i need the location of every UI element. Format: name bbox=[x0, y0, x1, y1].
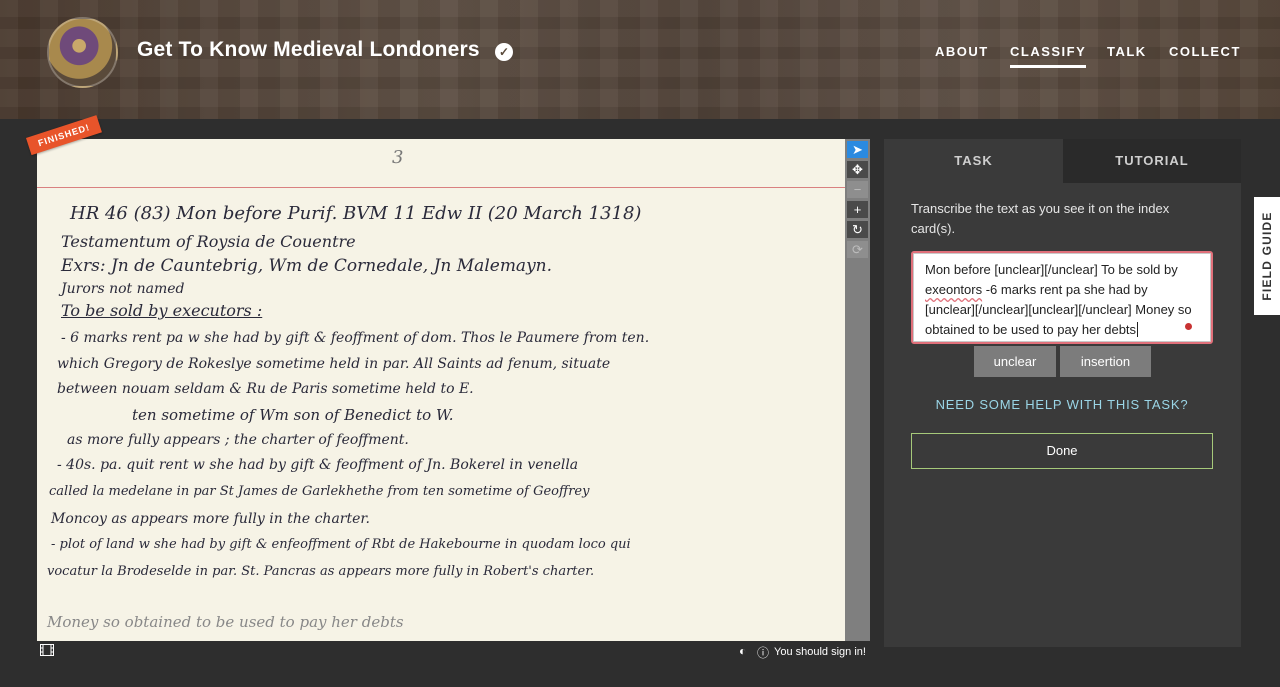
nav-about[interactable]: ABOUT bbox=[935, 44, 989, 59]
card-line: - 40s. pa. quit rent w she had by gift &… bbox=[57, 457, 579, 473]
transcription-text: Mon before [unclear][/unclear] To be sol… bbox=[925, 262, 1178, 277]
sign-in-notice[interactable]: You should sign in! bbox=[774, 646, 866, 658]
card-line: which Gregory de Rokeslye sometime held … bbox=[57, 356, 611, 372]
project-title[interactable]: Get To Know Medieval Londoners bbox=[137, 38, 480, 62]
project-header: Get To Know Medieval Londoners ✓ ABOUT C… bbox=[0, 0, 1280, 119]
nav-collect[interactable]: COLLECT bbox=[1169, 44, 1241, 59]
card-line: Jurors not named bbox=[61, 281, 185, 297]
field-guide-label: FIELD GUIDE bbox=[1260, 211, 1274, 301]
check-icon: ✓ bbox=[495, 43, 513, 61]
card-page-number: 3 bbox=[392, 147, 404, 168]
zoom-out-icon[interactable]: − bbox=[847, 181, 868, 198]
project-avatar[interactable] bbox=[47, 17, 118, 88]
done-button[interactable]: Done bbox=[911, 433, 1213, 469]
card-line: Testamentum of Roysia de Couentre bbox=[61, 232, 356, 251]
rotate-icon[interactable]: ↻ bbox=[847, 221, 868, 238]
field-guide-tab[interactable]: FIELD GUIDE bbox=[1254, 197, 1280, 315]
card-line: as more fully appears ; the charter of f… bbox=[67, 432, 409, 448]
task-help-link[interactable]: NEED SOME HELP WITH THIS TASK? bbox=[911, 397, 1213, 412]
unclear-button[interactable]: unclear bbox=[974, 346, 1056, 377]
card-line: Moncoy as appears more fully in the char… bbox=[51, 511, 370, 527]
reset-icon[interactable]: ⟳ bbox=[847, 241, 868, 258]
card-line: ten sometime of Wm son of Benedict to W. bbox=[132, 406, 454, 424]
subject-image[interactable]: 3 HR 46 (83) Mon before Purif. BVM 11 Ed… bbox=[37, 139, 845, 641]
card-line: To be sold by executors : bbox=[61, 301, 263, 320]
card-line: Money so obtained to be used to pay her … bbox=[47, 613, 404, 631]
film-icon[interactable] bbox=[40, 644, 54, 659]
tab-task[interactable]: TASK bbox=[884, 139, 1063, 183]
card-line: - plot of land w she had by gift & enfeo… bbox=[51, 537, 631, 552]
task-panel: TASK TUTORIAL Transcribe the text as you… bbox=[884, 139, 1241, 647]
zoom-in-icon[interactable]: + bbox=[847, 201, 868, 218]
move-icon[interactable]: ✥ bbox=[847, 161, 868, 178]
card-line: Exrs: Jn de Cauntebrig, Wm de Cornedale,… bbox=[61, 256, 553, 276]
card-line: HR 46 (83) Mon before Purif. BVM 11 Edw … bbox=[70, 203, 642, 224]
contrast-icon[interactable]: ◐ bbox=[739, 644, 746, 658]
info-icon[interactable]: ⓘ bbox=[757, 644, 769, 661]
card-line: vocatur la Brodeselde in par. St. Pancra… bbox=[47, 564, 595, 579]
tab-tutorial[interactable]: TUTORIAL bbox=[1063, 139, 1241, 183]
nav-classify[interactable]: CLASSIFY bbox=[1010, 44, 1087, 68]
misspelled-word: exeontors bbox=[925, 282, 983, 297]
image-toolbar: ➤ ✥ − + ↻ ⟳ bbox=[845, 139, 870, 641]
card-line: between nouam seldam & Ru de Paris somet… bbox=[57, 381, 474, 397]
card-line: - 6 marks rent pa w she had by gift & fe… bbox=[61, 330, 650, 346]
pointer-icon[interactable]: ➤ bbox=[847, 141, 868, 158]
card-header-rule bbox=[37, 187, 845, 188]
spellcheck-marker bbox=[1185, 323, 1192, 330]
transcription-textarea[interactable]: Mon before [unclear][/unclear] To be sol… bbox=[911, 251, 1213, 344]
insertion-button[interactable]: insertion bbox=[1060, 346, 1151, 377]
task-instructions: Transcribe the text as you see it on the… bbox=[911, 201, 1170, 236]
text-cursor bbox=[1137, 322, 1139, 337]
card-line: called la medelane in par St James de Ga… bbox=[49, 484, 590, 499]
nav-talk[interactable]: TALK bbox=[1107, 44, 1147, 59]
